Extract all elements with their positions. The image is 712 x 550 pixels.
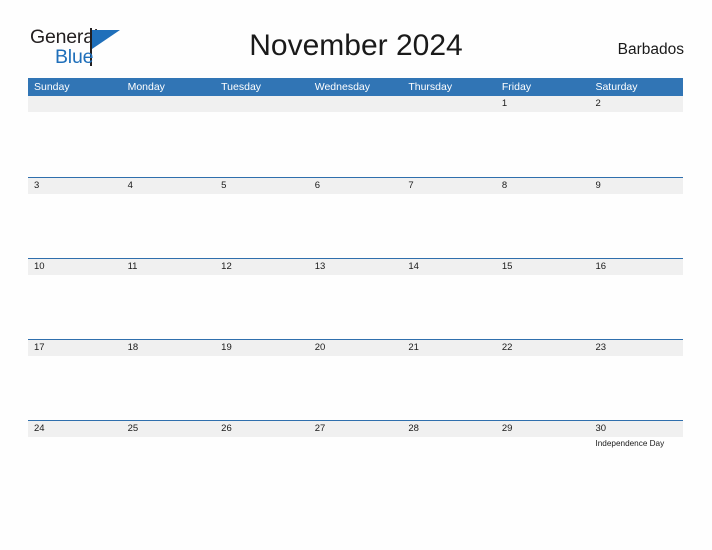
page-header: General Blue November 2024 Barbados: [0, 0, 712, 78]
day-cell[interactable]: [309, 96, 403, 175]
day-number: 5: [221, 180, 227, 191]
day-number: 4: [127, 180, 133, 191]
day-number: 19: [221, 342, 232, 353]
weekday-header-tuesday: Tuesday: [221, 81, 262, 93]
day-cell[interactable]: 12: [215, 259, 309, 338]
holiday-label: Independence Day: [595, 439, 665, 448]
day-cell[interactable]: 24: [28, 421, 122, 500]
day-cell[interactable]: 23: [589, 340, 683, 419]
day-cell[interactable]: 14: [402, 259, 496, 338]
day-cell[interactable]: [402, 96, 496, 175]
day-cell[interactable]: 13: [309, 259, 403, 338]
page-title: November 2024: [249, 29, 463, 62]
day-number: 17: [34, 342, 45, 353]
day-cell[interactable]: 20: [309, 340, 403, 419]
day-number: 14: [408, 261, 419, 272]
day-number: 8: [501, 180, 508, 191]
day-number: 1: [501, 98, 508, 109]
day-number: 3: [34, 180, 40, 191]
day-cell[interactable]: 25: [122, 421, 216, 500]
day-number: 9: [595, 180, 601, 191]
day-number: 13: [314, 261, 326, 272]
day-cell[interactable]: 27: [309, 421, 403, 500]
day-number: 25: [127, 423, 139, 434]
day-cell[interactable]: [215, 96, 309, 175]
calendar-page: General Blue November 2024 Barbados Sund…: [0, 0, 712, 550]
day-cell[interactable]: 30 Independence Day: [589, 421, 683, 500]
day-number: 26: [221, 423, 232, 434]
day-cell[interactable]: 5: [215, 178, 309, 257]
weekday-header-sunday: Sunday: [34, 81, 70, 93]
day-cell[interactable]: 4: [122, 178, 216, 257]
day-number: 23: [595, 342, 607, 353]
day-cell[interactable]: 29: [496, 421, 590, 500]
weekday-header-monday: Monday: [127, 81, 165, 93]
day-cell[interactable]: 10: [28, 259, 122, 338]
day-cell[interactable]: 19: [215, 340, 309, 419]
day-cell[interactable]: 9: [589, 178, 683, 257]
day-number: 20: [314, 342, 326, 353]
day-cell[interactable]: 22: [496, 340, 590, 419]
day-number: 16: [595, 261, 607, 272]
week-row: 1 2: [28, 96, 683, 177]
day-number: 28: [408, 423, 419, 434]
day-cell[interactable]: 2: [589, 96, 683, 175]
day-number: 10: [34, 261, 45, 272]
day-number: 22: [501, 342, 513, 353]
weekday-header-thursday: Thursday: [408, 81, 453, 93]
weekday-header-row: Sunday Monday Tuesday Wednesday Thursday…: [28, 78, 683, 96]
weekday-header-wednesday: Wednesday: [314, 81, 370, 93]
day-cell[interactable]: 11: [122, 259, 216, 338]
day-number: 2: [595, 98, 601, 109]
day-cell[interactable]: 8: [496, 178, 590, 257]
week-row: 24 25 26 27 28 29 30 Independence Day: [28, 420, 683, 501]
day-cell[interactable]: 17: [28, 340, 122, 419]
country-label: Barbados: [617, 41, 684, 58]
day-number: 27: [314, 423, 326, 434]
day-cell[interactable]: 7: [402, 178, 496, 257]
day-cell[interactable]: [28, 96, 122, 175]
day-cell[interactable]: 6: [309, 178, 403, 257]
day-number: 12: [221, 261, 232, 272]
day-cell[interactable]: 1: [496, 96, 590, 175]
day-cell[interactable]: 28: [402, 421, 496, 500]
day-cell[interactable]: 18: [122, 340, 216, 419]
day-number: 6: [314, 180, 321, 191]
day-number: 15: [501, 261, 513, 272]
day-cell[interactable]: 15: [496, 259, 590, 338]
day-number: 18: [127, 342, 139, 353]
day-cell[interactable]: 21: [402, 340, 496, 419]
day-cell[interactable]: 16: [589, 259, 683, 338]
weekday-header-friday: Friday: [501, 81, 532, 93]
week-row: 10 11 12 13 14 15 16: [28, 258, 683, 339]
day-number: 29: [501, 423, 513, 434]
day-cell[interactable]: 26: [215, 421, 309, 500]
day-cell[interactable]: [122, 96, 216, 175]
day-number: 7: [408, 180, 414, 191]
calendar-grid: Sunday Monday Tuesday Wednesday Thursday…: [28, 78, 683, 501]
day-number: 11: [127, 261, 138, 272]
week-row: 3 4 5 6 7 8 9: [28, 177, 683, 258]
day-number: 30: [595, 423, 607, 434]
day-number: 24: [34, 423, 45, 434]
week-row: 17 18 19 20 21 22 23: [28, 339, 683, 420]
day-cell[interactable]: 3: [28, 178, 122, 257]
weekday-header-saturday: Saturday: [595, 81, 638, 93]
day-number: 21: [408, 342, 419, 353]
